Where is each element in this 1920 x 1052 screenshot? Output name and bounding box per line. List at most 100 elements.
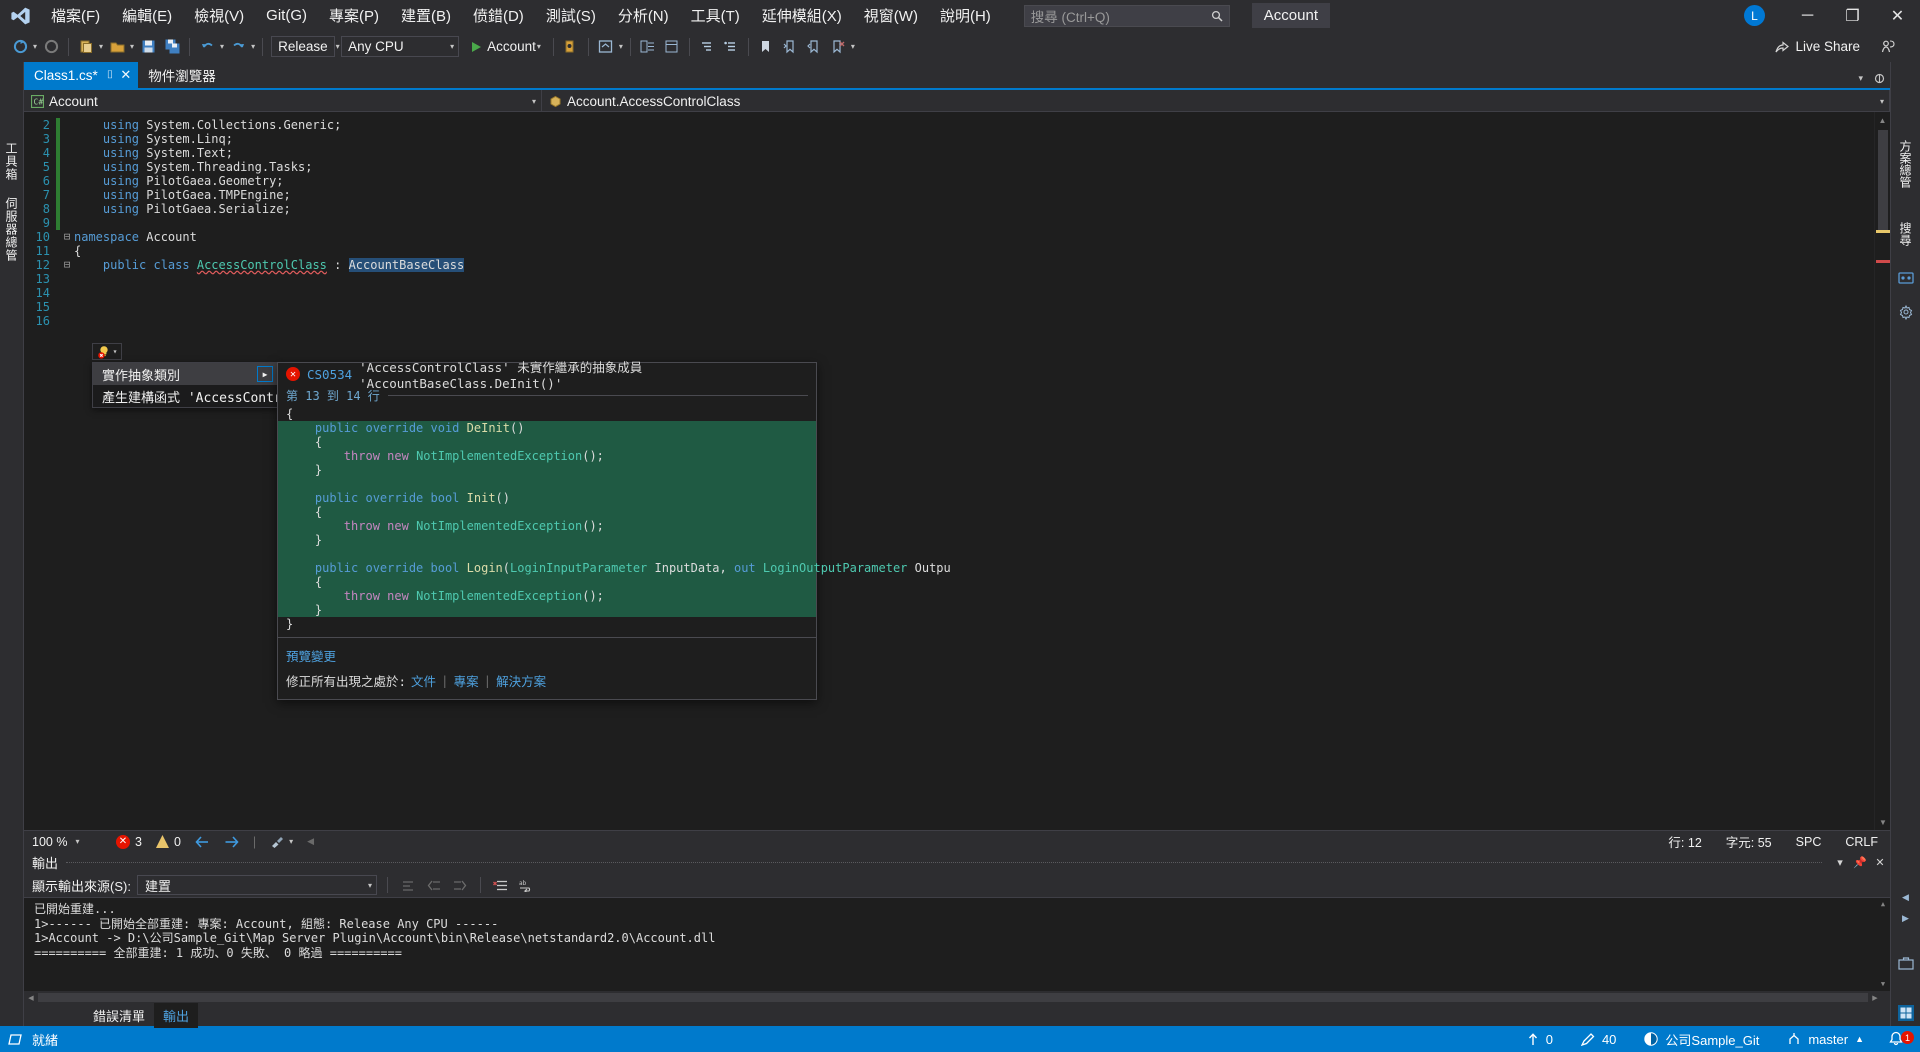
menu-item-debug[interactable]: 偾錯(D) [462, 1, 535, 30]
output-hscroll-left-icon[interactable]: ◀ [24, 994, 38, 1002]
menu-item-edit[interactable]: 編輯(E) [111, 1, 183, 30]
navbar-project-dropdown[interactable]: C# Account ▾ [24, 90, 542, 112]
output-hscroll-thumb[interactable] [38, 993, 1868, 1002]
fix-scope-document[interactable]: 文件 [411, 671, 436, 690]
error-count-indicator[interactable]: ✕ 3 [116, 835, 142, 849]
scroll-up-icon[interactable]: ▲ [1875, 112, 1890, 128]
navbar-member-dropdown[interactable]: Account.AccessControlClass ▾ [542, 90, 1890, 112]
expand-all-icon[interactable] [720, 36, 742, 58]
output-scroll-up-icon[interactable]: ▲ [1876, 898, 1890, 911]
branch-selector[interactable]: master ▲ [1773, 1026, 1878, 1052]
navigate-backward-icon[interactable] [9, 36, 31, 58]
outlining-toggle-icon[interactable] [60, 118, 74, 132]
zoom-level-combo[interactable]: 100 % ▾ [32, 835, 102, 849]
solution-configuration-combo[interactable]: Release ▾ [271, 36, 335, 57]
previous-bookmark-icon[interactable] [803, 36, 825, 58]
notifications-button[interactable]: 1 [1878, 1031, 1920, 1047]
right-rail-properties-icon[interactable] [1898, 300, 1914, 324]
output-pin-icon[interactable]: 📌 [1850, 854, 1870, 872]
right-rail-search[interactable]: 搜尋 [1895, 216, 1916, 252]
lightbulb-caret-icon[interactable]: ▾ [113, 347, 118, 356]
code-line[interactable]: 15 [24, 300, 1874, 314]
outlining-toggle-icon[interactable] [60, 160, 74, 174]
menu-item-view[interactable]: 檢視(V) [183, 1, 255, 30]
line-ending[interactable]: CRLF [1833, 835, 1890, 849]
menu-item-file[interactable]: 檔案(F) [40, 1, 111, 30]
save-icon[interactable] [137, 36, 159, 58]
live-preview-caret-icon[interactable]: ▾ [619, 42, 625, 51]
previous-issue-button[interactable] [195, 836, 210, 848]
hot-reload-icon[interactable] [560, 36, 582, 58]
code-editor[interactable]: 2 using System.Collections.Generic;3 usi… [24, 112, 1874, 830]
code-line[interactable]: 11{ [24, 244, 1874, 258]
repository-selector[interactable]: 公司Sample_Git [1630, 1026, 1773, 1052]
outlining-toggle-icon[interactable]: ⊟ [60, 258, 74, 272]
menu-item-extensions[interactable]: 延伸模組(X) [751, 1, 853, 30]
code-line[interactable]: 9 [24, 216, 1874, 230]
code-line[interactable]: 5 using System.Threading.Tasks; [24, 160, 1874, 174]
output-source-combo[interactable]: 建置 ▾ [137, 875, 377, 895]
toolbar-overflow-icon[interactable]: ▾ [851, 42, 857, 51]
outlining-toggle-icon[interactable] [60, 300, 74, 314]
output-find-message-icon[interactable] [398, 876, 418, 894]
scroll-down-icon[interactable]: ▼ [1875, 814, 1891, 830]
menu-item-analyze[interactable]: 分析(N) [607, 1, 680, 30]
navigate-forward-icon[interactable] [40, 36, 62, 58]
left-rail-toolbox[interactable]: 工具箱 [0, 134, 23, 189]
preview-changes-link[interactable]: 預覽變更 [286, 646, 808, 665]
tab-list-chevron-icon[interactable]: ▾ [1858, 73, 1863, 84]
properties-window-icon[interactable] [661, 36, 683, 58]
next-bookmark-icon[interactable] [779, 36, 801, 58]
open-file-icon[interactable] [106, 36, 128, 58]
output-chevron-down-icon[interactable]: ▾ [1830, 854, 1850, 872]
code-line[interactable]: 8 using PilotGaea.Serialize; [24, 202, 1874, 216]
quick-action-implement-abstract-class[interactable]: 實作抽象類別 ▶ [93, 363, 277, 385]
code-line[interactable]: 4 using System.Text; [24, 146, 1874, 160]
menu-item-project[interactable]: 專案(P) [318, 1, 390, 30]
pending-changes[interactable]: 40 [1567, 1026, 1630, 1052]
send-feedback-icon[interactable] [1877, 36, 1899, 58]
outlining-toggle-icon[interactable] [60, 132, 74, 146]
submenu-arrow-icon[interactable]: ▶ [257, 366, 273, 382]
output-title-drag-handle[interactable] [66, 862, 1822, 863]
quick-search-input[interactable]: 搜尋 (Ctrl+Q) [1024, 5, 1230, 27]
outgoing-commits[interactable]: 0 [1513, 1026, 1567, 1052]
menu-item-tools[interactable]: 工具(T) [680, 1, 751, 30]
code-line[interactable]: 3 using System.Linq; [24, 132, 1874, 146]
scroll-thumb[interactable] [1878, 130, 1888, 230]
open-file-caret-icon[interactable]: ▾ [130, 42, 136, 51]
outlining-toggle-icon[interactable] [60, 314, 74, 328]
output-toggle-wordwrap-icon[interactable]: ab [517, 876, 537, 894]
outlining-toggle-icon[interactable]: ⊟ [60, 230, 74, 244]
undo-icon[interactable] [196, 36, 218, 58]
horizontal-scroll-left-icon[interactable]: ◀ [307, 836, 314, 847]
close-button[interactable]: ✕ [1875, 0, 1920, 31]
right-rail-toolbox-icon[interactable] [1898, 952, 1914, 974]
outlining-toggle-icon[interactable] [60, 188, 74, 202]
outlining-toggle-icon[interactable] [60, 174, 74, 188]
code-line[interactable]: 2 using System.Collections.Generic; [24, 118, 1874, 132]
fix-scope-project[interactable]: 專案 [454, 671, 479, 690]
navigate-backward-caret-icon[interactable]: ▾ [33, 42, 39, 51]
close-tab-icon[interactable]: ✕ [120, 67, 131, 83]
warning-count-indicator[interactable]: 0 [156, 835, 181, 849]
code-line[interactable]: 12⊟ public class AccessControlClass : Ac… [24, 258, 1874, 272]
code-line[interactable]: 10⊟namespace Account [24, 230, 1874, 244]
split-view-icon[interactable] [1873, 72, 1886, 85]
code-line[interactable]: 13 [24, 272, 1874, 286]
bottom-tab-output[interactable]: 輸出 [154, 1003, 198, 1028]
menu-item-window[interactable]: 視窗(W) [853, 1, 929, 30]
output-go-previous-icon[interactable] [424, 876, 444, 894]
right-rail-solution-explorer[interactable]: 方案總管 [1895, 134, 1916, 194]
next-issue-button[interactable] [224, 836, 239, 848]
outlining-toggle-icon[interactable] [60, 244, 74, 258]
menu-item-build[interactable]: 建置(B) [390, 1, 462, 30]
insert-mode[interactable]: SPC [1784, 835, 1834, 849]
output-scroll-down-icon[interactable]: ▼ [1876, 978, 1890, 991]
output-text-area[interactable]: 已開始重建...1>------ 已開始全部重建: 專案: Account, 組… [24, 897, 1890, 991]
undo-caret-icon[interactable]: ▾ [220, 42, 226, 51]
outlining-toggle-icon[interactable] [60, 286, 74, 300]
output-vertical-scrollbar[interactable]: ▲ ▼ [1876, 898, 1890, 991]
right-rail-notifications-icon[interactable] [1897, 1000, 1915, 1026]
output-hscroll-right-icon[interactable]: ▶ [1868, 994, 1882, 1002]
